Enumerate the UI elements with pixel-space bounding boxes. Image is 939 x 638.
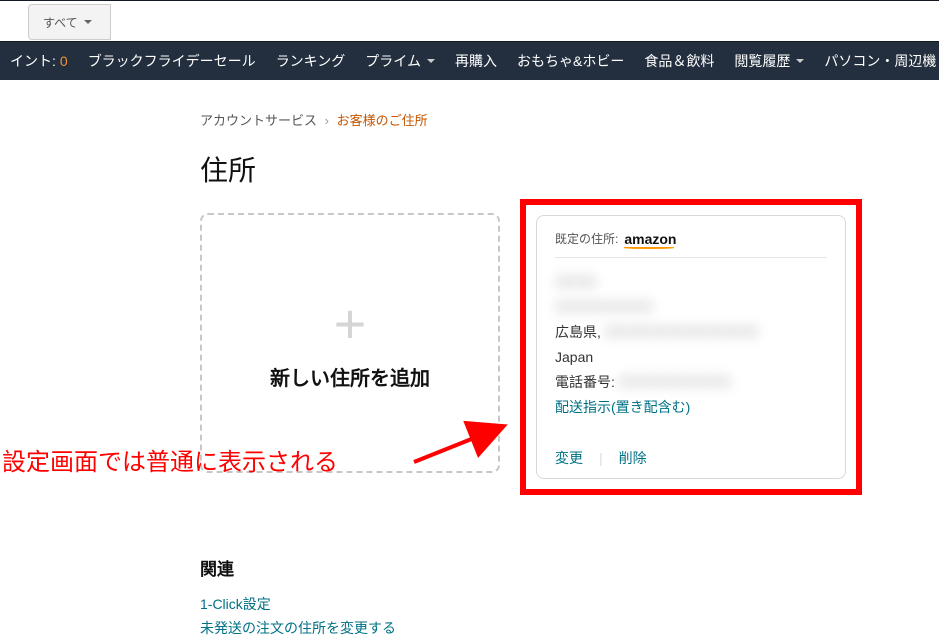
nav-points[interactable]: イント: 0 [0,42,78,80]
main-nav: イント: 0 ブラックフライデーセール ランキング プライム 再購入 おもちゃ&… [0,42,939,80]
add-address-label: 新しい住所を追加 [270,362,430,391]
action-divider: | [599,450,603,466]
card-actions: 変更 | 削除 [555,440,827,468]
delivery-instructions-link[interactable]: 配送指示(置き配含む) [555,397,827,418]
address-line2: 〇〇〇〇〇〇〇 [555,297,827,318]
edit-address-link[interactable]: 変更 [555,448,583,468]
search-row: すべて [0,0,939,42]
address-prefecture: 広島県, 〇〇〇〇〇〇〇〇〇〇〇 [555,322,827,343]
nav-item-rebuy[interactable]: 再購入 [445,42,507,80]
address-phone: 電話番号: 〇〇〇〇〇〇〇〇 [555,372,827,393]
address-name: 〇〇〇 [555,272,827,293]
related-link-1click[interactable]: 1-Click設定 [200,594,939,614]
points-prefix: イント: [10,51,56,71]
default-address-card: 既定の住所: amazon 〇〇〇 〇〇〇〇〇〇〇 広島県, 〇〇〇〇〇〇〇〇〇… [536,215,846,479]
nav-item-toys[interactable]: おもちゃ&ホビー [507,42,634,80]
annotation-text: 設定画面では普通に表示される [2,442,338,477]
nav-item-prime[interactable]: プライム [355,42,445,80]
search-category-label: すべて [43,14,78,31]
points-value: 0 [60,53,68,69]
related-section: 関連 1-Click設定 未発送の注文の住所を変更する [200,555,939,638]
chevron-down-icon [796,59,804,63]
default-address-prefix: 既定の住所: [555,230,618,247]
nav-item-history[interactable]: 閲覧履歴 [724,42,814,80]
page-title: 住所 [200,149,939,189]
amazon-logo: amazon [624,231,676,247]
chevron-down-icon [427,59,435,63]
breadcrumb-root[interactable]: アカウントサービス [200,113,317,128]
search-category-dropdown[interactable]: すべて [28,4,111,40]
content: アカウントサービス › お客様のご住所 住所 + 新しい住所を追加 既定の住所:… [0,80,939,638]
related-link-change-address[interactable]: 未発送の注文の住所を変更する [200,618,939,638]
nav-item-sale[interactable]: ブラックフライデーセール [78,42,266,80]
breadcrumb-current: お客様のご住所 [337,113,428,128]
nav-item-food[interactable]: 食品＆飲料 [634,42,724,80]
annotation-highlight-box: 既定の住所: amazon 〇〇〇 〇〇〇〇〇〇〇 広島県, 〇〇〇〇〇〇〇〇〇… [520,199,862,495]
address-country: Japan [555,347,827,368]
add-address-card[interactable]: + 新しい住所を追加 [200,213,500,473]
nav-item-ranking[interactable]: ランキング [266,42,356,80]
plus-icon: + [334,296,367,352]
breadcrumb: アカウントサービス › お客様のご住所 [200,110,939,129]
nav-item-pc[interactable]: パソコン・周辺機 [814,42,939,80]
card-header: 既定の住所: amazon [555,230,827,258]
breadcrumb-separator: › [325,113,329,128]
related-heading: 関連 [200,555,939,580]
chevron-down-icon [84,20,92,24]
delete-address-link[interactable]: 削除 [619,448,647,468]
